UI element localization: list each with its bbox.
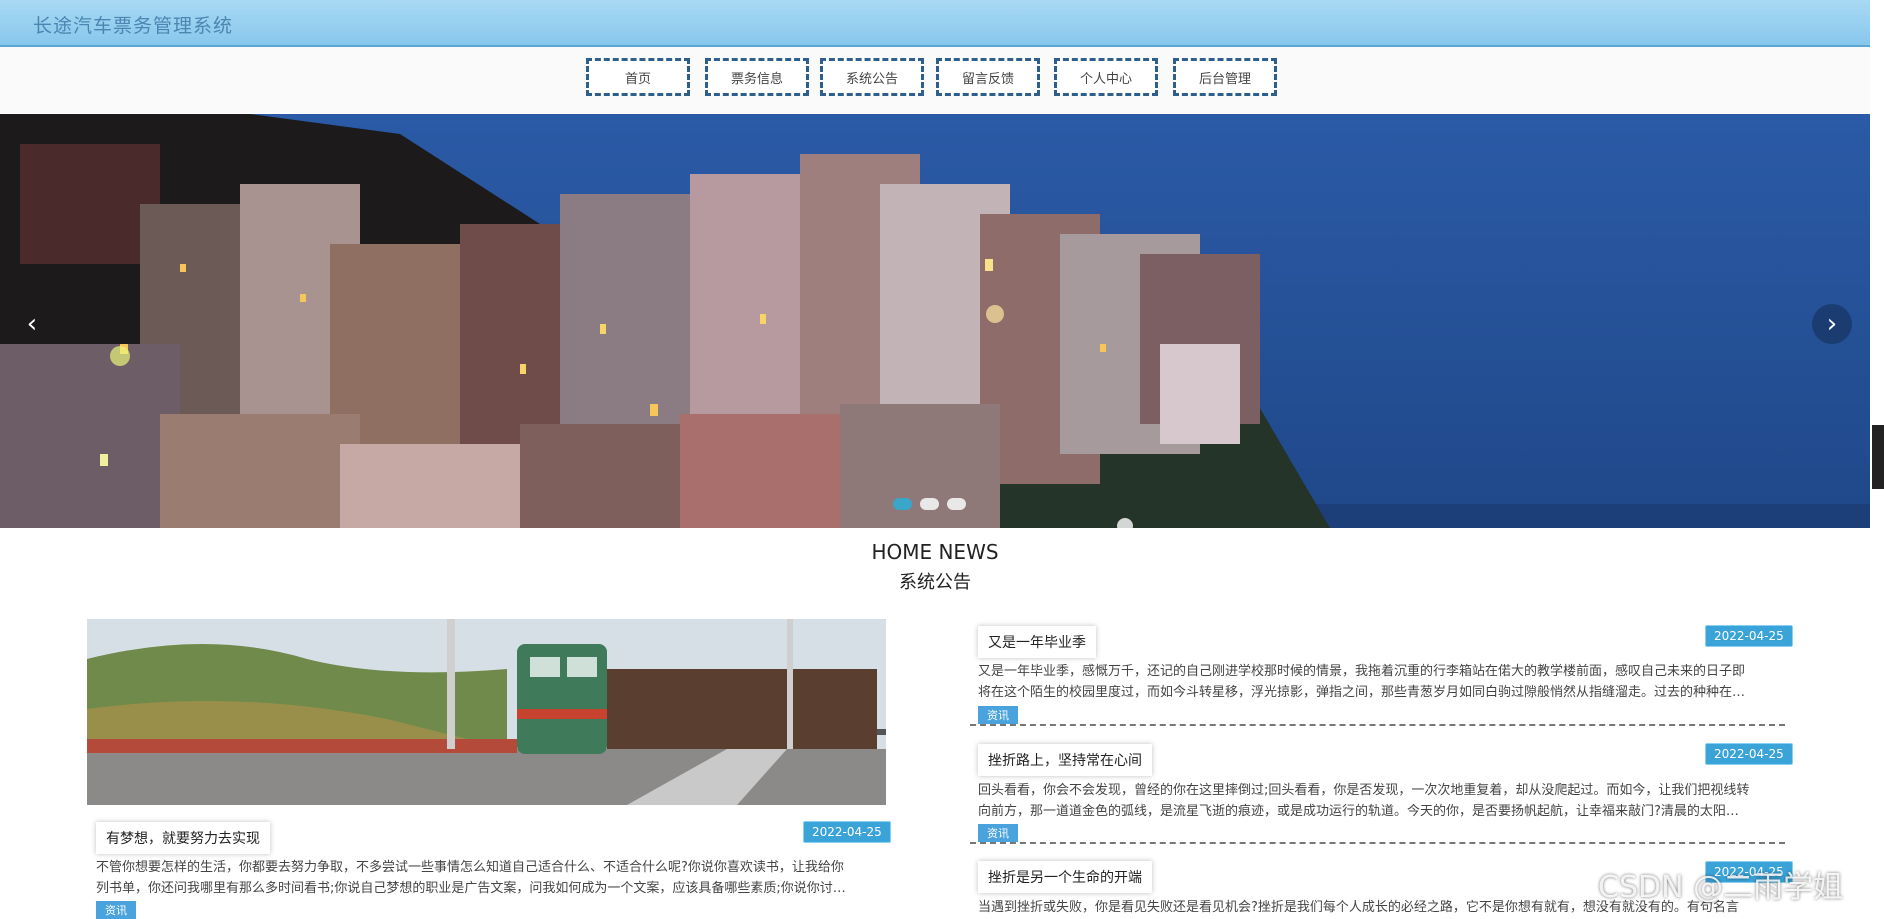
news-item-2-excerpt-line1: 回头看看，你会不会发现，曾经的你在这里摔倒过;回头看看，你是否发现，一次次地重复… [978,783,1750,798]
section-title-en: HOME NEWS [871,540,999,564]
nav-profile[interactable]: 个人中心 [1054,58,1158,96]
chevron-left-icon: ‹ [26,309,38,339]
carousel-dot-3[interactable] [947,498,966,510]
featured-news-title[interactable]: 有梦想，就要努力去实现 [96,822,270,854]
banner-carousel: ‹ › [0,114,1870,528]
featured-news-date: 2022-04-25 [803,821,891,843]
main-nav: 首页 票务信息 系统公告 留言反馈 个人中心 后台管理 [0,47,1870,113]
carousel-next-button[interactable]: › [1812,304,1852,344]
nav-tickets[interactable]: 票务信息 [705,58,809,96]
nav-feedback[interactable]: 留言反馈 [936,58,1040,96]
news-divider [970,842,1785,844]
banner-image [0,114,1870,528]
news-item-1-date: 2022-04-25 [1705,625,1793,647]
nav-admin[interactable]: 后台管理 [1173,58,1277,96]
nav-home[interactable]: 首页 [586,58,690,96]
news-item-2-date: 2022-04-25 [1705,743,1793,765]
page-scrollbar-thumb[interactable] [1872,425,1884,489]
featured-news-excerpt-line2: 列书单，你还问我哪里有那么多时间看书;你说自己梦想的职业是广告文案，问我如何成为… [96,881,846,896]
carousel-indicators [893,498,966,510]
featured-news-image[interactable] [87,619,886,805]
news-divider [970,724,1785,726]
nav-announcements[interactable]: 系统公告 [820,58,924,96]
chevron-right-icon: › [1826,309,1838,339]
featured-news-excerpt-line1: 不管你想要怎样的生活，你都要去努力争取，不多尝试一些事情怎么知道自己适合什么、不… [96,860,844,875]
news-item-1-title[interactable]: 又是一年毕业季 [978,626,1096,658]
news-item-3-title[interactable]: 挫折是另一个生命的开端 [978,861,1152,893]
news-item-1-excerpt-line1: 又是一年毕业季，感慨万千，还记的自己刚进学校那时候的情景，我拖着沉重的行李箱站在… [978,664,1746,679]
carousel-prev-button[interactable]: ‹ [12,304,52,344]
csdn-watermark: CSDN @二雨学姐 [1598,870,1844,905]
news-item-2-tag[interactable]: 资讯 [978,824,1018,842]
news-item-1-excerpt-line2: 将在这个陌生的校园里度过，而如今斗转星移，浮光掠影，弹指之间，那些青葱岁月如同白… [978,685,1746,700]
news-item-2-excerpt-line2: 向前方，那一道道金色的弧线，是流星飞逝的痕迹，或是成功运行的轨道。今天的你，是否… [978,804,1739,819]
top-header: 长途汽车票务管理系统 [0,0,1870,47]
carousel-dot-2[interactable] [920,498,939,510]
featured-news-tag[interactable]: 资讯 [96,901,136,919]
section-title-cn: 系统公告 [899,572,971,593]
site-brand[interactable]: 长途汽车票务管理系统 [33,11,233,38]
carousel-dot-1[interactable] [893,498,912,510]
news-item-1-tag[interactable]: 资讯 [978,706,1018,724]
news-item-2-title[interactable]: 挫折路上，坚持常在心间 [978,744,1152,776]
